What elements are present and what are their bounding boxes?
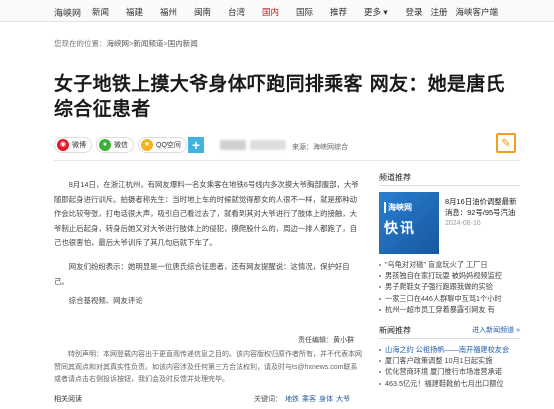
wechat-icon: ● — [99, 139, 111, 151]
login-link[interactable]: 登录 — [405, 6, 422, 18]
list-item-text: 男子爬鞋女子强行跑跟我做的实验 — [385, 282, 493, 292]
client-link[interactable]: 海峡客户端 — [455, 6, 498, 18]
register-link[interactable]: 注册 — [430, 6, 447, 18]
nav-item-fujian[interactable]: 福建 — [126, 6, 156, 18]
list-item[interactable]: 山海之约 公祖扬帆——南开福建校友会 — [379, 344, 520, 355]
sidebar: 频道推荐 海峡网 快讯 8月16日油价调整最新消息：92号/95号汽油 2024… — [379, 172, 520, 389]
breadcrumb-domestic[interactable]: 国内新闻 — [168, 39, 198, 48]
share-weibo-button[interactable]: ◉ 微博 — [54, 137, 92, 153]
enter-news-channel-link[interactable]: 进入新闻频道 » — [472, 325, 520, 335]
list-item[interactable]: 优化营商环境 厦门推行市场准营承诺 — [379, 366, 520, 377]
keywords-label: 关键词： — [254, 396, 282, 403]
share-qzone-label: QQ空间 — [156, 142, 181, 149]
list-item-text: 男孩独自在家打玩耍 被妈妈视频监控 — [385, 271, 502, 281]
share-wechat-button[interactable]: ● 微信 — [96, 137, 134, 153]
list-item-text: 杭州一超市员工穿着暴露引网友 有 — [385, 304, 495, 314]
breadcrumb-prefix: 您现在的位置： — [54, 39, 107, 48]
keyword-link[interactable]: 大爷 — [336, 396, 350, 403]
disclaimer-text: 特别声明：本网登载内容出于更直观传递信息之目的。该内容版权归原作者所有，并不代表… — [54, 351, 362, 383]
list-item-text: 463.5亿元！福建鞋靴前七月出口额位 — [385, 378, 504, 388]
article-paragraph: 网友们纷纷表示：她明显是一位唐氏综合征患者，还有网友提醒说：这情况，保护好自己。 — [54, 261, 350, 286]
news-list: 山海之约 公祖扬帆——南开福建校友会 厦门客户政策调整 10月1日起实施 优化营… — [379, 344, 520, 389]
feature-image-title: 快讯 — [384, 220, 416, 236]
source-label: 来源： — [292, 144, 313, 151]
weibo-icon: ◉ — [57, 139, 69, 151]
source-name: 海峡网综合 — [313, 144, 348, 151]
feature-text: 8月16日油价调整最新消息：92号/95号汽油 2024-08-16 — [439, 192, 520, 254]
nav-item-international[interactable]: 国际 — [296, 6, 326, 18]
news-recommend-title: 新闻推荐 进入新闻频道 » — [379, 325, 520, 340]
feature-image: 海峡网 快讯 — [379, 192, 439, 254]
list-item-text: 厦门客户政策调整 10月1日起实施 — [385, 356, 493, 366]
site-logo[interactable]: 海峡网 — [54, 6, 81, 19]
feature-headline[interactable]: 8月16日油价调整最新消息：92号/95号汽油 — [445, 196, 520, 218]
feature-image-brand: 海峡网 — [384, 202, 412, 213]
keywords: 关键词： 地铁 乘客 身体 大爷 — [254, 394, 350, 404]
nav-item-taiwan[interactable]: 台湾 — [228, 6, 258, 18]
qzone-icon: ★ — [141, 139, 153, 151]
list-item[interactable]: 463.5亿元！福建鞋靴前七月出口额位 — [379, 378, 520, 389]
breadcrumb-home[interactable]: 海峡网 — [107, 39, 130, 48]
nav-item-more[interactable]: 更多 ▾ — [364, 6, 394, 18]
share-weibo-label: 微博 — [72, 142, 86, 149]
keyword-link[interactable]: 地铁 — [285, 396, 299, 403]
blurred-author — [220, 140, 246, 150]
share-more-button[interactable]: + — [188, 137, 204, 153]
main-nav: 新闻 福建 福州 闽南 台湾 国内 国际 推荐 更多 ▾ — [92, 6, 398, 18]
responsible-editor: 责任编辑：黄小群 — [298, 337, 354, 344]
breadcrumb-news[interactable]: 新闻频道 — [133, 39, 163, 48]
article-title: 女子地铁上摸大爷身体吓跑同排乘客 网友：她是唐氏综合征患者 — [54, 73, 505, 120]
nav-item-fuzhou[interactable]: 福州 — [160, 6, 190, 18]
share-row: ◉ 微博 ● 微信 ★ QQ空间 + 来源：海峡网综合 ✎ — [54, 133, 520, 155]
breadcrumb: 您现在的位置：海峡网>新闻频道>国内新闻 — [54, 39, 198, 48]
list-item-text: 优化营商环境 厦门推行市场准营承诺 — [385, 367, 502, 377]
news-recommend-label: 新闻推荐 — [379, 326, 411, 336]
top-nav-bar: 海峡网 新闻 福建 福州 闽南 台湾 国内 国际 推荐 更多 ▾ 登录 注册 海… — [0, 0, 554, 22]
list-item[interactable]: 一家三口在446人群聊中互骂1个小时 — [379, 293, 520, 304]
channel-recommend-label: 频道推荐 — [379, 173, 411, 182]
nav-item-recommend[interactable]: 推荐 — [330, 6, 360, 18]
account-links: 登录 注册 海峡客户端 — [405, 6, 498, 18]
channel-list: "乌龟对对碰" 盲盒玩火了 工厂日 男孩独自在家打玩耍 被妈妈视频监控 男子爬鞋… — [379, 259, 520, 315]
share-qzone-button[interactable]: ★ QQ空间 — [138, 137, 187, 153]
blurred-date — [250, 140, 286, 150]
feature-card[interactable]: 海峡网 快讯 8月16日油价调整最新消息：92号/95号汽油 2024-08-1… — [379, 192, 520, 254]
news-recommend-section: 新闻推荐 进入新闻频道 » 山海之约 公祖扬帆——南开福建校友会 厦门客户政策调… — [379, 325, 520, 389]
list-item[interactable]: 男子爬鞋女子强行跑跟我做的实验 — [379, 281, 520, 292]
list-item[interactable]: 男孩独自在家打玩耍 被妈妈视频监控 — [379, 270, 520, 281]
keyword-link[interactable]: 身体 — [319, 396, 333, 403]
nav-item-news[interactable]: 新闻 — [92, 6, 122, 18]
article-paragraph: 综合基视频、网友评论 — [68, 296, 143, 306]
title-divider — [54, 160, 520, 161]
feature-date: 2024-08-16 — [445, 220, 481, 227]
list-item[interactable]: 厦门客户政策调整 10月1日起实施 — [379, 355, 520, 366]
list-item-text: 山海之约 公祖扬帆——南开福建校友会 — [385, 345, 510, 355]
nav-item-minnan[interactable]: 闽南 — [194, 6, 224, 18]
list-item-text: 一家三口在446人群聊中互骂1个小时 — [385, 293, 502, 303]
article-source: 来源：海峡网综合 — [292, 142, 348, 152]
share-wechat-label: 微信 — [114, 142, 128, 149]
comment-edit-icon[interactable]: ✎ — [496, 133, 516, 153]
list-item[interactable]: 杭州一超市员工穿着暴露引网友 有 — [379, 304, 520, 315]
list-item-text: "乌龟对对碰" 盲盒玩火了 工厂日 — [385, 260, 488, 269]
related-reading-label: 相关阅读 — [54, 396, 82, 403]
article-body: 8月14日，在浙江杭州，有网友爆料一名女乘客在地铁6号线内多次摸大爷胸部腹部，大… — [54, 178, 364, 314]
list-item[interactable]: "乌龟对对碰" 盲盒玩火了 工厂日 — [379, 259, 520, 270]
nav-item-domestic[interactable]: 国内 — [262, 6, 292, 18]
keyword-link[interactable]: 乘客 — [302, 396, 316, 403]
channel-recommend-title: 频道推荐 — [379, 172, 520, 186]
article-paragraph: 8月14日，在浙江杭州，有网友爆料一名女乘客在地铁6号线内多次摸大爷胸部腹部，大… — [54, 180, 359, 248]
